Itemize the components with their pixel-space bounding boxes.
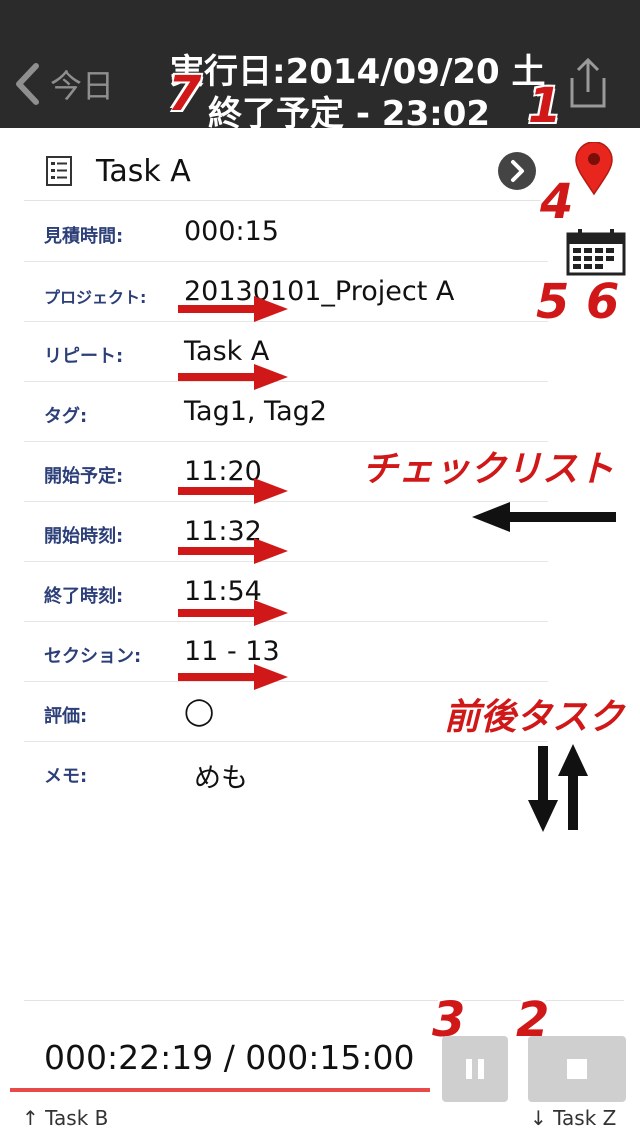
field-label: プロジェクト: (44, 288, 147, 307)
field-label: リピート: (44, 346, 124, 367)
pause-button[interactable] (442, 1036, 508, 1102)
task-name: Task A (96, 154, 191, 189)
red-arrow-annotation (178, 296, 288, 322)
annotation-6: 6 (586, 274, 620, 330)
red-arrow-annotation (178, 538, 288, 564)
chevron-right-icon (511, 160, 524, 182)
elapsed-timer: 000:22:19 / 000:15:00 (44, 1038, 415, 1077)
field-memo[interactable]: メモ: めも (24, 742, 548, 801)
map-pin-icon[interactable] (574, 142, 614, 196)
field-value: 000:15 (184, 216, 279, 247)
field-label: メモ: (44, 766, 88, 787)
field-label: 開始予定: (44, 466, 124, 487)
field-label: 終了時刻: (44, 586, 124, 607)
previous-task-link[interactable]: ↑ Task B (22, 1106, 108, 1130)
share-button[interactable] (566, 56, 610, 112)
annotation-checklist: チェックリスト (362, 449, 615, 490)
task-row[interactable]: Task A (24, 140, 548, 201)
field-label: タグ: (44, 406, 88, 427)
calendar-icon[interactable] (566, 228, 626, 276)
chevron-left-icon (16, 63, 39, 105)
red-arrow-annotation (178, 664, 288, 690)
field-value: ◯ (184, 696, 215, 727)
red-arrow-annotation (178, 600, 288, 626)
list-icon (46, 156, 72, 186)
field-label: 評価: (44, 706, 88, 727)
share-icon (570, 57, 606, 108)
end-schedule-title: 終了予定 - 23:02 (208, 94, 491, 134)
red-arrow-annotation (178, 478, 288, 504)
field-value: めも (194, 763, 248, 794)
back-label: 今日 (50, 67, 115, 105)
progress-fill (10, 1088, 430, 1092)
next-task-link[interactable]: ↓ Task Z (530, 1106, 616, 1130)
red-arrow-annotation (178, 364, 288, 390)
stop-button[interactable] (528, 1036, 626, 1102)
field-label: 見積時間: (44, 226, 124, 247)
black-arrow-left-annotation (472, 502, 616, 532)
field-value: Tag1, Tag2 (184, 396, 327, 427)
field-estimate[interactable]: 見積時間: 000:15 (24, 202, 548, 262)
progress-bar (10, 1088, 430, 1092)
field-label: セクション: (44, 646, 142, 667)
annotation-prev-next: 前後タスク (444, 697, 625, 738)
back-button[interactable]: 今日 (14, 56, 114, 112)
task-detail-button[interactable] (498, 152, 536, 190)
black-arrows-up-down-annotation (528, 744, 588, 832)
field-label: 開始時刻: (44, 526, 124, 547)
annotation-7: 7 (168, 66, 202, 122)
annotation-1: 1 (528, 78, 562, 134)
stop-icon (567, 1059, 587, 1079)
